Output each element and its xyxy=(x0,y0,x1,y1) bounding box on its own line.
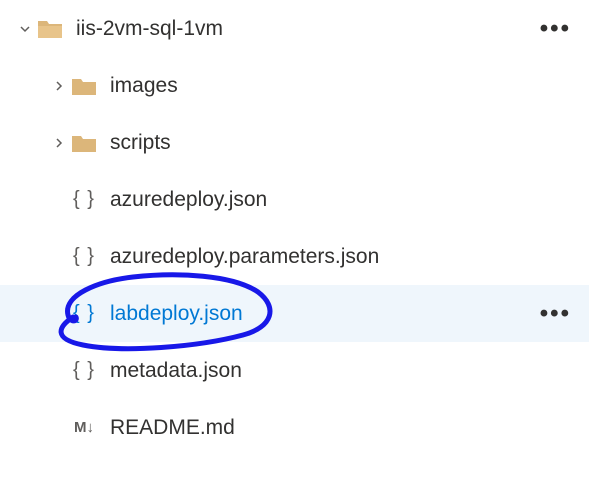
json-file-icon: { } xyxy=(70,357,98,385)
folder-icon xyxy=(70,72,98,100)
tree-row-readme[interactable]: M↓ README.md xyxy=(0,399,589,456)
tree-item-label: metadata.json xyxy=(110,359,242,383)
tree-row-metadata[interactable]: { } metadata.json xyxy=(0,342,589,399)
tree-row-scripts[interactable]: scripts xyxy=(0,114,589,171)
tree-row-azuredeploy[interactable]: { } azuredeploy.json xyxy=(0,171,589,228)
json-file-icon: { } xyxy=(70,300,98,328)
tree-item-label: images xyxy=(110,74,178,98)
tree-item-label: azuredeploy.parameters.json xyxy=(110,245,379,269)
tree-item-label: azuredeploy.json xyxy=(110,188,267,212)
tree-row-root[interactable]: iis-2vm-sql-1vm ••• xyxy=(0,0,589,57)
folder-icon xyxy=(70,129,98,157)
markdown-file-icon: M↓ xyxy=(70,414,98,442)
json-file-icon: { } xyxy=(70,186,98,214)
tree-row-images[interactable]: images xyxy=(0,57,589,114)
more-button[interactable]: ••• xyxy=(540,300,571,328)
more-button[interactable]: ••• xyxy=(540,15,571,43)
file-tree: iis-2vm-sql-1vm ••• images scripts { } a… xyxy=(0,0,589,456)
chevron-right-icon xyxy=(52,136,66,150)
tree-item-label: README.md xyxy=(110,416,235,440)
tree-row-azuredeploy-parameters[interactable]: { } azuredeploy.parameters.json xyxy=(0,228,589,285)
chevron-right-icon xyxy=(52,79,66,93)
tree-item-label: scripts xyxy=(110,131,171,155)
chevron-down-icon xyxy=(18,22,32,36)
tree-row-labdeploy[interactable]: { } labdeploy.json ••• xyxy=(0,285,589,342)
tree-item-label: iis-2vm-sql-1vm xyxy=(76,17,223,41)
json-file-icon: { } xyxy=(70,243,98,271)
folder-open-icon xyxy=(36,15,64,43)
tree-item-label: labdeploy.json xyxy=(110,302,243,326)
